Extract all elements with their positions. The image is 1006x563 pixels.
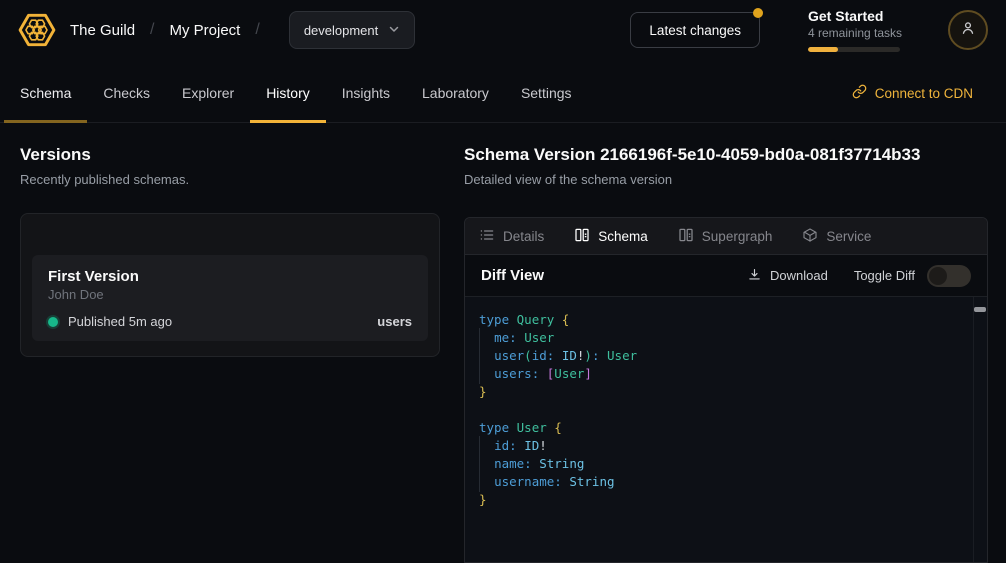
nav-tab-schema[interactable]: Schema — [4, 64, 87, 123]
breadcrumb-org[interactable]: The Guild — [70, 22, 135, 39]
version-meta-row: Published 5m ago users — [48, 314, 412, 329]
nav-tab-label: Checks — [103, 85, 150, 101]
nav-tab-checks[interactable]: Checks — [87, 64, 166, 123]
code-line: id: ID! — [479, 437, 963, 455]
tab-label: Supergraph — [702, 229, 773, 244]
chevron-down-icon — [388, 23, 400, 38]
nav-tab-label: Schema — [20, 85, 71, 101]
version-name: First Version — [48, 267, 412, 286]
nav-tab-label: Insights — [342, 85, 390, 101]
nav-tab-label: History — [266, 85, 310, 101]
diff-view-title: Diff View — [481, 267, 544, 284]
person-icon — [959, 19, 977, 42]
published-status-dot — [48, 317, 58, 327]
latest-changes-label: Latest changes — [649, 23, 741, 38]
nav-tab-insights[interactable]: Insights — [326, 64, 406, 123]
download-button[interactable]: Download — [747, 267, 828, 285]
get-started-progress-bar — [808, 47, 900, 52]
code-line: type User { — [479, 419, 963, 437]
code-line — [479, 401, 963, 419]
download-label: Download — [770, 268, 828, 283]
user-avatar[interactable] — [948, 10, 988, 50]
nav-tab-label: Laboratory — [422, 85, 489, 101]
top-bar: The Guild / My Project / development Lat… — [0, 0, 1006, 60]
nav-tab-laboratory[interactable]: Laboratory — [406, 64, 505, 123]
columns-icon — [574, 227, 590, 246]
version-status: Published 5m ago — [68, 314, 172, 329]
code-line: type Query { — [479, 311, 963, 329]
code-line: } — [479, 491, 963, 509]
hive-logo-icon[interactable] — [18, 11, 56, 49]
detail-tab-bar: Details Schema Supergrap — [465, 218, 987, 255]
environment-selector[interactable]: development — [289, 11, 415, 49]
get-started-subtitle: 4 remaining tasks — [808, 26, 900, 41]
diff-view-header: Diff View Download Toggle Diff — [465, 255, 987, 297]
tab-label: Schema — [598, 229, 648, 244]
top-bar-right: Latest changes Get Started 4 remaining t… — [630, 8, 988, 52]
versions-subtitle: Recently published schemas. — [20, 171, 440, 188]
toggle-diff-label: Toggle Diff — [854, 268, 915, 283]
version-service-badge: users — [377, 314, 412, 329]
versions-panel: Versions Recently published schemas. Fir… — [20, 144, 440, 357]
get-started-progress-fill — [808, 47, 838, 52]
nav-tab-label: Settings — [521, 85, 572, 101]
columns-icon — [678, 227, 694, 246]
schema-version-title: Schema Version 2166196f-5e10-4059-bd0a-0… — [464, 144, 988, 165]
nav-tab-explorer[interactable]: Explorer — [166, 64, 250, 123]
cube-icon — [802, 227, 818, 246]
tab-label: Details — [503, 229, 544, 244]
connect-to-cdn-link[interactable]: Connect to CDN — [852, 84, 973, 102]
tab-schema[interactable]: Schema — [574, 227, 648, 246]
versions-title: Versions — [20, 144, 440, 165]
code-line: user(id: ID!): User — [479, 347, 963, 365]
versions-card: First Version John Doe Published 5m ago … — [20, 213, 440, 357]
schema-code-viewer[interactable]: type Query { me: User user(id: ID!): Use… — [465, 297, 987, 562]
diff-view-actions: Download Toggle Diff — [747, 265, 971, 287]
code-block: type Query { me: User user(id: ID!): Use… — [465, 297, 987, 523]
code-line: username: String — [479, 473, 963, 491]
code-line: } — [479, 383, 963, 401]
scrollbar-thumb[interactable] — [974, 307, 986, 312]
tab-label: Service — [826, 229, 871, 244]
breadcrumb-separator: / — [150, 21, 154, 39]
schema-version-detail: Schema Version 2166196f-5e10-4059-bd0a-0… — [464, 144, 988, 563]
code-line: me: User — [479, 329, 963, 347]
nav-tab-settings[interactable]: Settings — [505, 64, 588, 123]
connect-to-cdn-label: Connect to CDN — [875, 86, 973, 101]
schema-version-subtitle: Detailed view of the schema version — [464, 171, 988, 188]
tab-details[interactable]: Details — [479, 227, 544, 246]
toggle-diff-control: Toggle Diff — [854, 265, 971, 287]
nav-tab-label: Explorer — [182, 85, 234, 101]
breadcrumb-separator: / — [255, 21, 259, 39]
scrollbar-track — [973, 297, 974, 562]
latest-changes-button[interactable]: Latest changes — [630, 12, 760, 48]
tab-supergraph[interactable]: Supergraph — [678, 227, 773, 246]
nav-tab-history[interactable]: History — [250, 64, 326, 123]
environment-selector-value: development — [304, 23, 378, 38]
get-started-widget[interactable]: Get Started 4 remaining tasks — [808, 8, 900, 52]
version-author: John Doe — [48, 287, 412, 303]
toggle-diff-knob — [929, 267, 947, 285]
get-started-title: Get Started — [808, 8, 900, 25]
main-nav: Schema Checks Explorer History Insights … — [0, 60, 1006, 123]
list-icon — [479, 227, 495, 246]
code-line: name: String — [479, 455, 963, 473]
link-icon — [852, 84, 867, 102]
notification-dot — [753, 8, 763, 18]
code-line: users: [User] — [479, 365, 963, 383]
download-icon — [747, 267, 762, 285]
tab-service[interactable]: Service — [802, 227, 871, 246]
schema-detail-card: Details Schema Supergrap — [464, 217, 988, 563]
breadcrumb-project[interactable]: My Project — [170, 22, 241, 39]
toggle-diff-switch[interactable] — [927, 265, 971, 287]
version-list-item[interactable]: First Version John Doe Published 5m ago … — [32, 255, 428, 341]
